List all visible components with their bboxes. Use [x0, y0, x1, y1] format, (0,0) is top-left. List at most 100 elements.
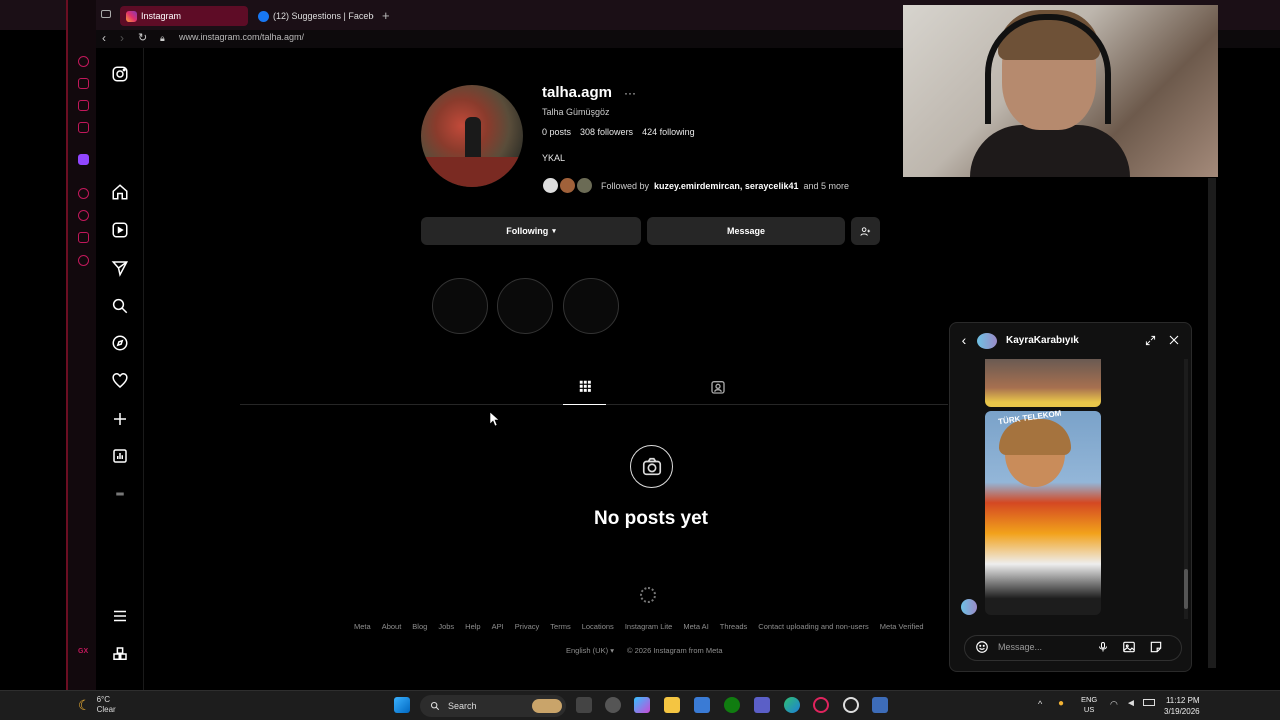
microphone-icon[interactable]: [1095, 639, 1111, 655]
image-upload-icon[interactable]: [1121, 639, 1137, 655]
game-app-icon[interactable]: [872, 697, 888, 713]
menu-hamburger-icon[interactable]: [110, 606, 130, 626]
teams-icon[interactable]: [754, 697, 770, 713]
following-link[interactable]: 424 following: [642, 127, 695, 137]
emoji-icon[interactable]: [974, 639, 990, 655]
highlight-circle[interactable]: [563, 278, 619, 334]
footer-link[interactable]: Blog: [412, 622, 427, 631]
file-explorer-icon[interactable]: [664, 697, 680, 713]
more-options-icon[interactable]: ···: [624, 86, 636, 100]
tab-manager-icon[interactable]: [101, 10, 111, 18]
search-icon: [430, 701, 440, 711]
gx-icon[interactable]: GX: [78, 648, 89, 659]
profile-avatar-icon[interactable]: [110, 484, 130, 504]
followers-link[interactable]: 308 followers: [580, 127, 633, 137]
tab-posts[interactable]: [563, 379, 606, 405]
footer-link[interactable]: Jobs: [438, 622, 454, 631]
history-icon[interactable]: [78, 210, 89, 221]
tab-tagged[interactable]: [706, 379, 730, 405]
tab-label: (12) Suggestions | Facebo: [273, 11, 374, 21]
new-tab-plus-icon[interactable]: +: [382, 8, 390, 23]
page-scrollbar[interactable]: [1208, 178, 1216, 668]
url-field[interactable]: www.instagram.com/talha.agm/: [179, 32, 304, 42]
taskbar-search[interactable]: Search: [420, 695, 566, 717]
system-clock[interactable]: 11:12 PM 3/19/2026: [1164, 695, 1200, 717]
followed-by[interactable]: Followed by kuzey.emirdemircan, seraycel…: [541, 176, 849, 195]
search-icon[interactable]: [110, 296, 130, 316]
add-user-icon: [860, 226, 871, 236]
gmail-icon[interactable]: [78, 122, 89, 133]
chat-image-message[interactable]: [985, 359, 1101, 407]
battery-icon[interactable]: [1143, 699, 1155, 706]
posts-count: 0 posts: [542, 127, 572, 137]
reels-icon[interactable]: [110, 220, 130, 240]
tab-instagram[interactable]: Instagram: [120, 6, 248, 26]
microphone-tray-icon[interactable]: ●: [1058, 698, 1064, 709]
tray-chevron-icon[interactable]: ^: [1038, 699, 1042, 709]
tab-facebook[interactable]: (12) Suggestions | Facebo: [252, 6, 374, 26]
reload-icon[interactable]: ↻: [138, 31, 147, 45]
chat-scrollbar[interactable]: [1184, 359, 1188, 619]
footer-link[interactable]: Threads: [720, 622, 748, 631]
dell-icon[interactable]: [605, 697, 621, 713]
chat-back-icon[interactable]: ‹: [956, 332, 972, 348]
player-icon[interactable]: [78, 188, 89, 199]
footer-link[interactable]: Instagram Lite: [625, 622, 673, 631]
task-view-icon[interactable]: [576, 697, 592, 713]
speed-dial-icon[interactable]: [78, 56, 89, 67]
weather-widget[interactable]: ☾ 6°C Clear: [78, 695, 116, 715]
chat-image-message[interactable]: [985, 411, 1101, 615]
wifi-icon[interactable]: ◠: [1110, 699, 1118, 710]
create-plus-icon[interactable]: [110, 409, 130, 429]
also-from-meta-icon[interactable]: [110, 644, 130, 664]
footer-link[interactable]: Privacy: [515, 622, 540, 631]
back-icon[interactable]: ‹: [102, 31, 106, 45]
expand-icon[interactable]: [1142, 332, 1158, 348]
windows-start-icon[interactable]: [394, 697, 410, 713]
direct-messages-icon[interactable]: [110, 258, 130, 278]
footer-link[interactable]: Locations: [582, 622, 614, 631]
footer-link[interactable]: API: [492, 622, 504, 631]
chatgpt-icon[interactable]: [843, 697, 859, 713]
aria-icon[interactable]: [78, 78, 89, 89]
chat-contact-name[interactable]: KayraKarabıyık: [1006, 335, 1079, 346]
sticker-icon[interactable]: [1148, 639, 1164, 655]
footer-link[interactable]: Contact uploading and non-users: [758, 622, 869, 631]
chat-contact-avatar[interactable]: [977, 333, 997, 349]
home-icon[interactable]: [110, 182, 130, 202]
moon-icon: ☾: [78, 696, 91, 713]
language-select[interactable]: English (UK) ▾: [566, 646, 614, 655]
message-button[interactable]: Message: [647, 217, 845, 245]
footer-link[interactable]: Meta Verified: [880, 622, 924, 631]
forward-icon[interactable]: ›: [120, 31, 124, 45]
xbox-icon[interactable]: [724, 697, 740, 713]
chat-scroll-thumb[interactable]: [1184, 569, 1188, 609]
footer-link[interactable]: Meta: [354, 622, 371, 631]
language-indicator[interactable]: ENG US: [1081, 695, 1097, 715]
settings-icon[interactable]: [78, 255, 89, 266]
footer-link[interactable]: Terms: [550, 622, 570, 631]
store-icon[interactable]: [694, 697, 710, 713]
footer-link[interactable]: About: [382, 622, 402, 631]
explore-icon[interactable]: [110, 333, 130, 353]
suggested-users-button[interactable]: [851, 217, 880, 245]
volume-icon[interactable]: ◄: [1126, 698, 1136, 709]
messenger-icon[interactable]: [78, 100, 89, 111]
opera-gx-icon[interactable]: [813, 697, 829, 713]
highlight-circle[interactable]: [497, 278, 553, 334]
notifications-heart-icon[interactable]: [110, 371, 130, 391]
profile-avatar[interactable]: [421, 85, 523, 187]
edge-icon[interactable]: [784, 697, 800, 713]
tab-label: Instagram: [141, 11, 182, 21]
extensions-icon[interactable]: [78, 232, 89, 243]
footer-link[interactable]: Meta AI: [683, 622, 708, 631]
footer-link[interactable]: Help: [465, 622, 480, 631]
following-button[interactable]: Following ▾: [421, 217, 641, 245]
close-icon[interactable]: [1166, 332, 1182, 348]
twitch-icon[interactable]: [78, 154, 89, 165]
copilot-icon[interactable]: [634, 697, 650, 713]
highlight-circle[interactable]: [432, 278, 488, 334]
instagram-logo-icon[interactable]: [110, 64, 130, 84]
dashboard-icon[interactable]: [110, 446, 130, 466]
footer-bottom: English (UK) ▾ © 2026 Instagram from Met…: [566, 646, 723, 655]
